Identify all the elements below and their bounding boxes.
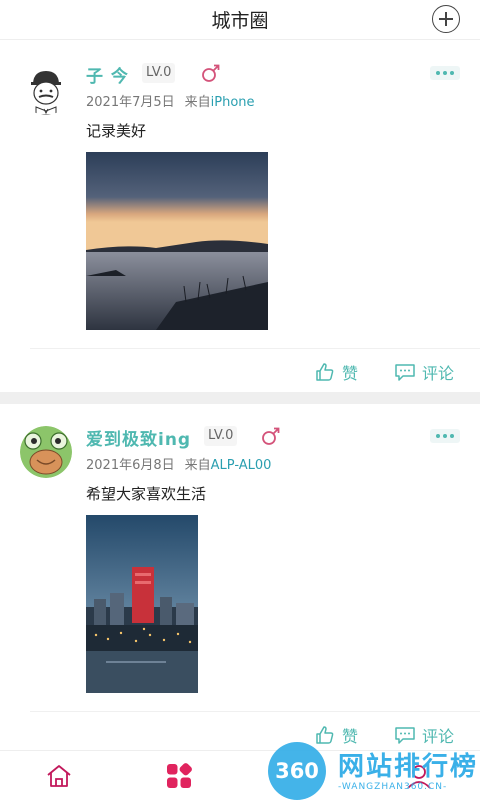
source-device: ALP-AL00 bbox=[210, 458, 272, 473]
source-label: 来自 bbox=[184, 458, 211, 473]
post-image[interactable] bbox=[86, 152, 268, 330]
top-bar: 城市圈 bbox=[0, 0, 480, 40]
source-device: iPhone bbox=[210, 95, 255, 110]
more-options-button[interactable] bbox=[430, 66, 460, 80]
divider bbox=[30, 348, 480, 349]
post-image[interactable] bbox=[86, 515, 198, 693]
post-meta: 2021年7月5日 来自iPhone bbox=[86, 91, 255, 110]
thumbs-up-icon bbox=[316, 363, 334, 381]
divider bbox=[30, 711, 480, 712]
post-card: 子 今 LV.0 2021年7月5日 来自iPhone 记录美好 赞 评论 bbox=[0, 41, 480, 392]
user-name[interactable]: 子 今 bbox=[86, 62, 129, 87]
level-badge: LV.0 bbox=[204, 426, 238, 446]
post-meta: 2021年6月8日 来自ALP-AL00 bbox=[86, 454, 271, 473]
home-icon[interactable] bbox=[44, 761, 74, 791]
comment-bubble-icon bbox=[395, 364, 415, 381]
watermark-badge: 360 bbox=[268, 742, 326, 800]
like-label: 赞 bbox=[342, 364, 359, 383]
comment-button[interactable]: 评论 bbox=[394, 360, 454, 384]
post-text: 记录美好 bbox=[86, 122, 147, 140]
post-date: 2021年7月5日 bbox=[86, 95, 175, 110]
avatar[interactable] bbox=[20, 426, 72, 478]
plus-circle-icon[interactable] bbox=[432, 5, 460, 33]
page-title: 城市圈 bbox=[211, 10, 269, 32]
watermark: 360 网站排行榜 -WANGZHAN360.CN- bbox=[268, 740, 480, 800]
comment-label: 评论 bbox=[422, 364, 455, 383]
grid-icon[interactable] bbox=[164, 761, 194, 791]
like-button[interactable]: 赞 bbox=[314, 360, 358, 384]
post-card: 爱到极致ing LV.0 2021年6月8日 来自ALP-AL00 希望大家喜欢生… bbox=[0, 392, 480, 752]
female-symbol-icon bbox=[200, 62, 222, 84]
post-date: 2021年6月8日 bbox=[86, 458, 175, 473]
watermark-title: 网站排行榜 bbox=[338, 752, 479, 782]
more-options-button[interactable] bbox=[430, 429, 460, 443]
post-feed: 子 今 LV.0 2021年7月5日 来自iPhone 记录美好 赞 评论 爱到… bbox=[0, 41, 480, 752]
post-text: 希望大家喜欢生活 bbox=[86, 485, 207, 503]
avatar[interactable] bbox=[20, 63, 72, 115]
watermark-subtitle: -WANGZHAN360.CN- bbox=[338, 782, 448, 792]
female-symbol-icon bbox=[260, 425, 282, 447]
user-name[interactable]: 爱到极致ing bbox=[86, 425, 191, 450]
level-badge: LV.0 bbox=[142, 63, 176, 83]
source-label: 来自 bbox=[184, 95, 211, 110]
